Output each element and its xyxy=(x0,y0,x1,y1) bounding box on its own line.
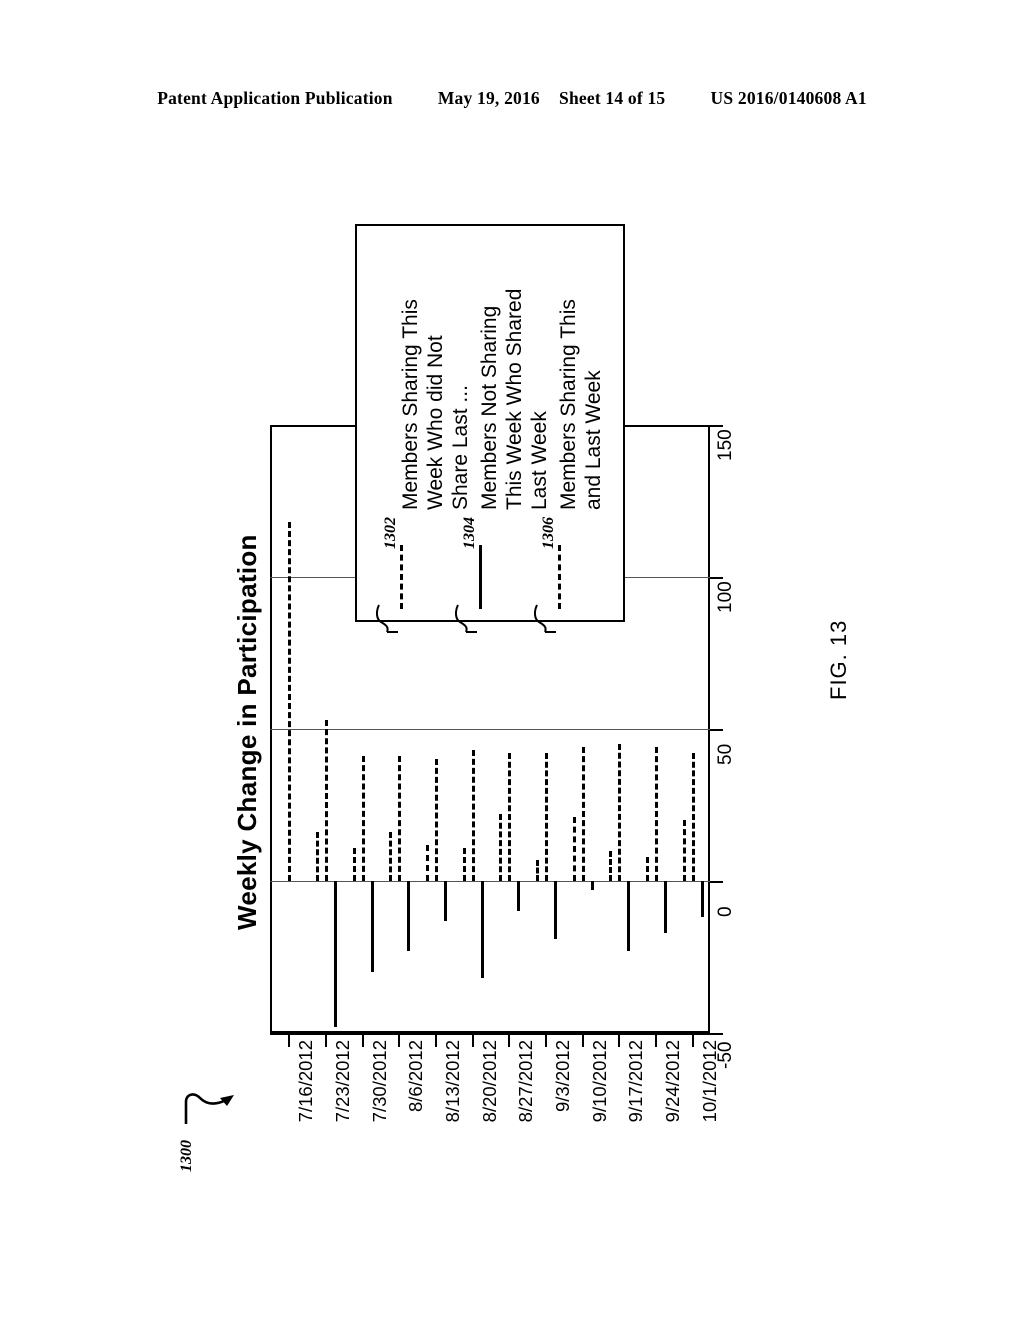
category-tick xyxy=(545,1033,547,1047)
bar-1304 xyxy=(334,881,337,1027)
bar-1302 xyxy=(618,744,622,881)
legend-leader-squiggle-1302 xyxy=(376,604,398,633)
bar-1304 xyxy=(554,881,557,939)
bar-1302 xyxy=(325,719,328,881)
category-tick xyxy=(691,1033,694,1047)
category-tick xyxy=(398,1033,401,1047)
category-label: 10/1/2012 xyxy=(698,1040,720,1123)
category-tick xyxy=(508,1033,511,1047)
bar-1302 xyxy=(508,753,512,881)
bar-1306 xyxy=(646,856,649,881)
legend-sample-1302 xyxy=(400,545,403,609)
legend-label-1302: Members Sharing This Week Who did Not Sh… xyxy=(399,299,472,510)
value-tick-label-0: 0 xyxy=(715,906,736,917)
category-tick xyxy=(618,1033,621,1047)
value-tick-label-50: 50 xyxy=(715,743,736,765)
category-label: 9/3/2012 xyxy=(552,1040,573,1113)
value-tick-label-100: 100 xyxy=(715,581,736,613)
category-label: 9/24/2012 xyxy=(662,1040,683,1123)
bar-1304 xyxy=(370,881,374,973)
bar-1304 xyxy=(407,881,411,951)
bar-1304 xyxy=(700,881,704,918)
category-tick xyxy=(361,1033,364,1047)
legend-ref-1302: 1302 xyxy=(382,517,399,549)
bar-1302 xyxy=(655,747,658,881)
bar-1302 xyxy=(691,753,695,881)
leader-arrow-icon xyxy=(184,1093,234,1124)
category-label: 8/27/2012 xyxy=(515,1040,537,1123)
bar-1306 xyxy=(352,847,356,881)
category-axis-line xyxy=(270,1033,712,1035)
bar-1306 xyxy=(499,814,503,881)
bar-1302 xyxy=(398,756,402,881)
bar-1302 xyxy=(435,759,438,881)
bar-1304 xyxy=(664,881,667,933)
legend-label-1304: Members Not Sharing This Week Who Shared… xyxy=(478,288,551,510)
legend-sample-1306 xyxy=(558,545,561,609)
gridline-50 xyxy=(270,729,710,730)
bar-1302 xyxy=(545,753,548,881)
category-tick xyxy=(325,1033,327,1047)
category-tick xyxy=(471,1033,474,1047)
category-label: 8/6/2012 xyxy=(405,1040,427,1113)
bar-1304 xyxy=(480,881,484,979)
bar-1306 xyxy=(462,847,466,881)
bar-1306 xyxy=(572,817,576,881)
bar-1306 xyxy=(609,850,613,881)
figure-label: FIG. 13 xyxy=(826,619,851,700)
category-label: 7/16/2012 xyxy=(295,1040,317,1123)
bar-1306 xyxy=(426,844,429,881)
category-label: 7/30/2012 xyxy=(368,1040,390,1123)
bar-1304 xyxy=(444,881,447,921)
category-tick xyxy=(655,1033,657,1047)
bar-1306 xyxy=(536,859,539,881)
bar-1302 xyxy=(581,747,585,881)
figure-reference-numeral: 1300 xyxy=(178,1140,195,1172)
bar-1306 xyxy=(389,832,393,881)
category-tick xyxy=(435,1033,437,1047)
bar-1304 xyxy=(517,881,521,912)
legend-ref-1306: 1306 xyxy=(540,517,557,549)
bar-1302 xyxy=(361,756,365,881)
legend-leader-squiggle-1306 xyxy=(534,604,556,633)
chart-title: Weekly Change in Participation xyxy=(232,534,262,930)
category-label: 9/10/2012 xyxy=(588,1040,610,1123)
legend-label-1306: Members Sharing This and Last Week xyxy=(557,299,605,510)
category-label: 8/13/2012 xyxy=(442,1040,463,1123)
legend-ref-1304: 1304 xyxy=(461,517,478,549)
legend-sample-1304 xyxy=(479,545,482,609)
category-tick xyxy=(581,1033,584,1047)
category-tick xyxy=(288,1033,291,1047)
bar-1306 xyxy=(316,832,319,881)
bar-1304 xyxy=(590,881,594,891)
legend-leader-squiggle-1304 xyxy=(455,604,477,633)
bar-1306 xyxy=(682,820,686,881)
category-label: 7/23/2012 xyxy=(332,1040,353,1123)
value-tick-label-150: 150 xyxy=(715,429,736,461)
bar-1302 xyxy=(471,750,475,881)
patent-figure-13: -50 0 50 100 150 7/16/2012 7/23/2012 7/30/2012… xyxy=(0,0,1024,1320)
category-label: 9/17/2012 xyxy=(625,1040,647,1123)
bar-1302 xyxy=(288,522,292,881)
category-label: 8/20/2012 xyxy=(478,1040,500,1123)
bar-1304 xyxy=(627,881,631,951)
